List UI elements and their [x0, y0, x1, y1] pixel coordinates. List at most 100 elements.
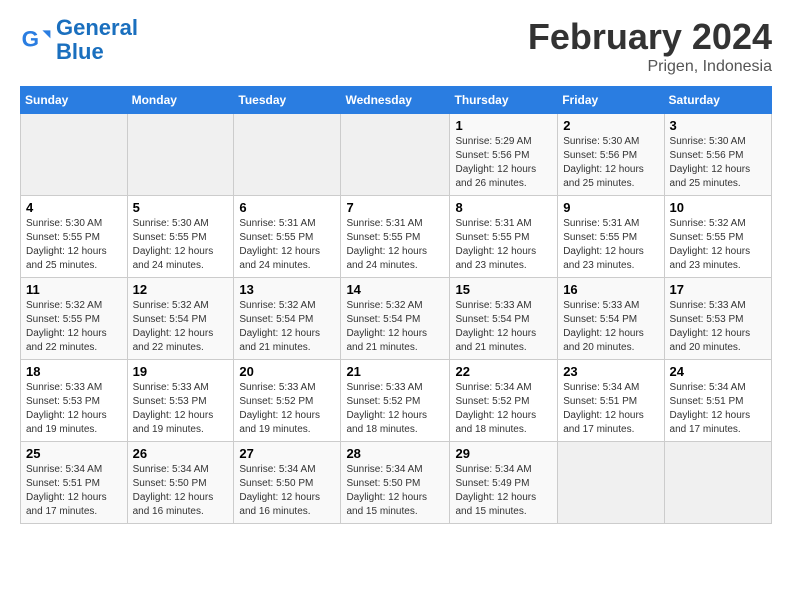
calendar-cell: 18 Sunrise: 5:33 AM Sunset: 5:53 PM Dayli…	[21, 360, 128, 442]
day-number: 15	[455, 282, 552, 297]
day-info: Sunrise: 5:34 AM Sunset: 5:50 PM Dayligh…	[239, 463, 335, 519]
day-info: Sunrise: 5:34 AM Sunset: 5:50 PM Dayligh…	[133, 463, 229, 519]
calendar-cell	[664, 442, 771, 524]
day-number: 8	[455, 200, 552, 215]
calendar-cell: 17 Sunrise: 5:33 AM Sunset: 5:53 PM Dayli…	[664, 278, 771, 360]
calendar-cell	[127, 114, 234, 196]
calendar-table: SundayMondayTuesdayWednesdayThursdayFrid…	[20, 86, 772, 524]
day-number: 6	[239, 200, 335, 215]
day-number: 24	[670, 364, 766, 379]
calendar-cell: 3 Sunrise: 5:30 AM Sunset: 5:56 PM Daylig…	[664, 114, 771, 196]
calendar-header-row: SundayMondayTuesdayWednesdayThursdayFrid…	[21, 87, 772, 114]
calendar-cell: 20Sunrise: 5:33 AM Sunset: 5:52 PM Dayli…	[234, 360, 341, 442]
day-info: Sunrise: 5:33 AM Sunset: 5:53 PM Dayligh…	[670, 299, 766, 355]
day-number: 27	[239, 446, 335, 461]
day-info: Sunrise: 5:33 AM Sunset: 5:54 PM Dayligh…	[563, 299, 658, 355]
calendar-header-wednesday: Wednesday	[341, 87, 450, 114]
day-number: 25	[26, 446, 122, 461]
day-info: Sunrise: 5:34 AM Sunset: 5:51 PM Dayligh…	[563, 381, 658, 437]
day-number: 22	[455, 364, 552, 379]
calendar-cell: 22 Sunrise: 5:34 AM Sunset: 5:52 PM Dayli…	[450, 360, 558, 442]
calendar-week-row: 1 Sunrise: 5:29 AM Sunset: 5:56 PM Daylig…	[21, 114, 772, 196]
calendar-cell: 15 Sunrise: 5:33 AM Sunset: 5:54 PM Dayli…	[450, 278, 558, 360]
calendar-cell: 26 Sunrise: 5:34 AM Sunset: 5:50 PM Dayli…	[127, 442, 234, 524]
calendar-header-saturday: Saturday	[664, 87, 771, 114]
day-info: Sunrise: 5:34 AM Sunset: 5:49 PM Dayligh…	[455, 463, 552, 519]
day-number: 14	[346, 282, 444, 297]
day-info: Sunrise: 5:31 AM Sunset: 5:55 PM Dayligh…	[346, 217, 444, 273]
day-info: Sunrise: 5:33 AM Sunset: 5:53 PM Dayligh…	[26, 381, 122, 437]
day-info: Sunrise: 5:31 AM Sunset: 5:55 PM Dayligh…	[563, 217, 658, 273]
calendar-cell: 10Sunrise: 5:32 AM Sunset: 5:55 PM Dayli…	[664, 196, 771, 278]
calendar-cell: 2Sunrise: 5:30 AM Sunset: 5:56 PM Daylig…	[558, 114, 664, 196]
calendar-cell: 12Sunrise: 5:32 AM Sunset: 5:54 PM Dayli…	[127, 278, 234, 360]
calendar-cell: 14 Sunrise: 5:32 AM Sunset: 5:54 PM Dayli…	[341, 278, 450, 360]
day-info: Sunrise: 5:29 AM Sunset: 5:56 PM Dayligh…	[455, 135, 552, 191]
page-title: February 2024	[528, 16, 772, 58]
day-number: 3	[670, 118, 766, 133]
logo: G General Blue	[20, 16, 138, 64]
calendar-header-sunday: Sunday	[21, 87, 128, 114]
calendar-week-row: 18 Sunrise: 5:33 AM Sunset: 5:53 PM Dayli…	[21, 360, 772, 442]
day-number: 13	[239, 282, 335, 297]
day-number: 21	[346, 364, 444, 379]
day-number: 19	[133, 364, 229, 379]
calendar-cell: 19 Sunrise: 5:33 AM Sunset: 5:53 PM Dayli…	[127, 360, 234, 442]
page-header: G General Blue February 2024 Prigen, Ind…	[20, 16, 772, 76]
calendar-cell: 4 Sunrise: 5:30 AM Sunset: 5:55 PM Daylig…	[21, 196, 128, 278]
calendar-cell: 8 Sunrise: 5:31 AM Sunset: 5:55 PM Daylig…	[450, 196, 558, 278]
title-block: February 2024 Prigen, Indonesia	[528, 16, 772, 76]
svg-text:G: G	[22, 27, 39, 52]
calendar-cell: 21 Sunrise: 5:33 AM Sunset: 5:52 PM Dayli…	[341, 360, 450, 442]
calendar-cell: 11 Sunrise: 5:32 AM Sunset: 5:55 PM Dayli…	[21, 278, 128, 360]
day-info: Sunrise: 5:34 AM Sunset: 5:50 PM Dayligh…	[346, 463, 444, 519]
day-info: Sunrise: 5:31 AM Sunset: 5:55 PM Dayligh…	[239, 217, 335, 273]
calendar-cell: 27 Sunrise: 5:34 AM Sunset: 5:50 PM Dayli…	[234, 442, 341, 524]
page-subtitle: Prigen, Indonesia	[528, 58, 772, 76]
day-info: Sunrise: 5:30 AM Sunset: 5:55 PM Dayligh…	[26, 217, 122, 273]
day-info: Sunrise: 5:33 AM Sunset: 5:53 PM Dayligh…	[133, 381, 229, 437]
day-number: 11	[26, 282, 122, 297]
day-info: Sunrise: 5:33 AM Sunset: 5:54 PM Dayligh…	[455, 299, 552, 355]
calendar-cell	[234, 114, 341, 196]
calendar-cell: 23 Sunrise: 5:34 AM Sunset: 5:51 PM Dayli…	[558, 360, 664, 442]
calendar-cell	[341, 114, 450, 196]
day-info: Sunrise: 5:30 AM Sunset: 5:55 PM Dayligh…	[133, 217, 229, 273]
logo-text: General Blue	[56, 16, 138, 64]
calendar-header-tuesday: Tuesday	[234, 87, 341, 114]
day-number: 18	[26, 364, 122, 379]
day-number: 1	[455, 118, 552, 133]
logo-icon: G	[20, 24, 52, 56]
day-info: Sunrise: 5:32 AM Sunset: 5:55 PM Dayligh…	[670, 217, 766, 273]
calendar-cell: 13 Sunrise: 5:32 AM Sunset: 5:54 PM Dayli…	[234, 278, 341, 360]
calendar-cell: 9 Sunrise: 5:31 AM Sunset: 5:55 PM Daylig…	[558, 196, 664, 278]
day-number: 26	[133, 446, 229, 461]
day-number: 17	[670, 282, 766, 297]
calendar-cell: 25 Sunrise: 5:34 AM Sunset: 5:51 PM Dayli…	[21, 442, 128, 524]
day-number: 23	[563, 364, 658, 379]
day-info: Sunrise: 5:30 AM Sunset: 5:56 PM Dayligh…	[563, 135, 658, 191]
calendar-header-friday: Friday	[558, 87, 664, 114]
calendar-cell: 5Sunrise: 5:30 AM Sunset: 5:55 PM Daylig…	[127, 196, 234, 278]
day-info: Sunrise: 5:34 AM Sunset: 5:51 PM Dayligh…	[26, 463, 122, 519]
day-info: Sunrise: 5:33 AM Sunset: 5:52 PM Dayligh…	[239, 381, 335, 437]
day-info: Sunrise: 5:32 AM Sunset: 5:54 PM Dayligh…	[239, 299, 335, 355]
calendar-header-monday: Monday	[127, 87, 234, 114]
day-number: 9	[563, 200, 658, 215]
day-info: Sunrise: 5:31 AM Sunset: 5:55 PM Dayligh…	[455, 217, 552, 273]
calendar-cell: 7 Sunrise: 5:31 AM Sunset: 5:55 PM Daylig…	[341, 196, 450, 278]
day-number: 4	[26, 200, 122, 215]
calendar-cell: 29Sunrise: 5:34 AM Sunset: 5:49 PM Dayli…	[450, 442, 558, 524]
day-info: Sunrise: 5:34 AM Sunset: 5:52 PM Dayligh…	[455, 381, 552, 437]
calendar-week-row: 4 Sunrise: 5:30 AM Sunset: 5:55 PM Daylig…	[21, 196, 772, 278]
day-number: 7	[346, 200, 444, 215]
day-info: Sunrise: 5:30 AM Sunset: 5:56 PM Dayligh…	[670, 135, 766, 191]
day-info: Sunrise: 5:32 AM Sunset: 5:54 PM Dayligh…	[133, 299, 229, 355]
day-info: Sunrise: 5:32 AM Sunset: 5:54 PM Dayligh…	[346, 299, 444, 355]
calendar-cell	[558, 442, 664, 524]
day-info: Sunrise: 5:33 AM Sunset: 5:52 PM Dayligh…	[346, 381, 444, 437]
day-info: Sunrise: 5:32 AM Sunset: 5:55 PM Dayligh…	[26, 299, 122, 355]
calendar-header-thursday: Thursday	[450, 87, 558, 114]
calendar-cell: 28Sunrise: 5:34 AM Sunset: 5:50 PM Dayli…	[341, 442, 450, 524]
calendar-week-row: 25 Sunrise: 5:34 AM Sunset: 5:51 PM Dayli…	[21, 442, 772, 524]
